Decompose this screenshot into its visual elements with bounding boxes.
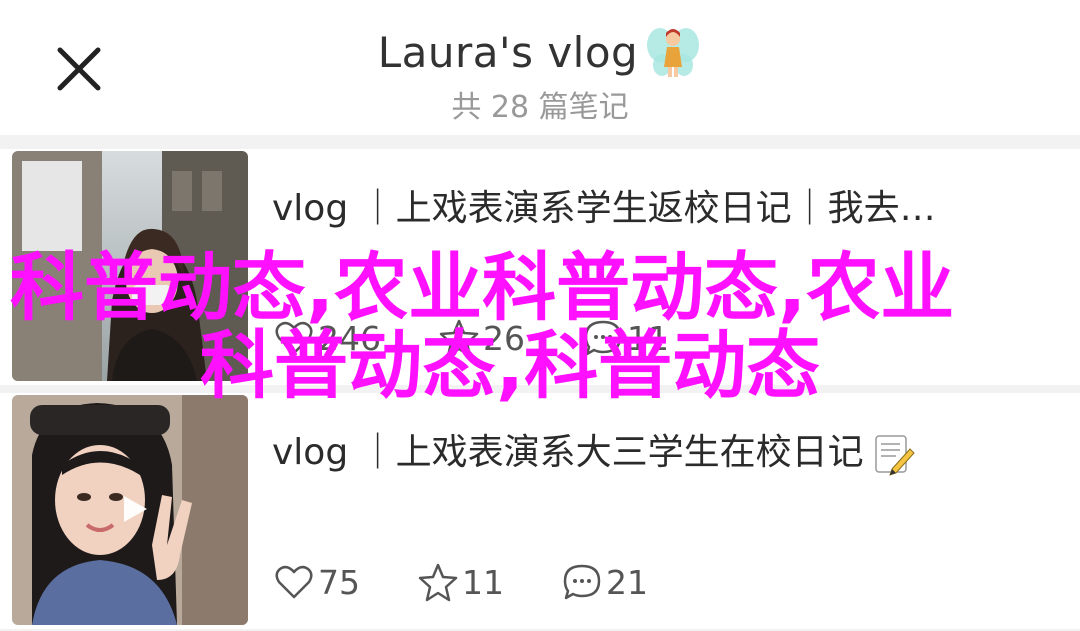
comment-count: 21: [606, 562, 648, 602]
page-title: Laura's vlog: [377, 27, 639, 77]
note-stats: 246 26 11: [272, 313, 725, 363]
street-photo: [12, 151, 248, 381]
star-icon: [418, 563, 458, 602]
like-count: 246: [318, 318, 381, 358]
note-card[interactable]: vlog ｜上戏表演系学生返校日记｜我去… 246 26 11: [0, 149, 1080, 385]
comment-bubble-icon: [563, 564, 601, 600]
note-title[interactable]: vlog ｜上戏表演系学生返校日记｜我去…: [272, 179, 1062, 231]
note-stats: 75 11 21: [272, 557, 704, 607]
note-title[interactable]: vlog ｜上戏表演系大三学生在校日记: [272, 423, 1062, 477]
note-count: 共 28 篇笔记: [451, 90, 629, 125]
fairy-emoji-icon: [647, 28, 700, 77]
note-thumbnail[interactable]: [12, 395, 248, 625]
heart-icon: [275, 321, 313, 355]
comment-count: 11: [627, 318, 669, 358]
star-stat[interactable]: 26: [437, 316, 525, 360]
like-stat[interactable]: 75: [272, 560, 360, 604]
header: Laura's vlog 共 28 篇笔记: [0, 0, 1080, 135]
note-thumbnail[interactable]: [12, 151, 248, 381]
comment-stat[interactable]: 11: [581, 316, 669, 360]
star-count: 11: [462, 562, 504, 602]
like-stat[interactable]: 246: [272, 316, 381, 360]
note-list: vlog ｜上戏表演系学生返校日记｜我去… 246 26 11 vlog ｜上戏…: [0, 135, 1080, 631]
title-row: Laura's vlog: [0, 22, 1080, 82]
star-count: 26: [483, 318, 525, 358]
like-count: 75: [318, 562, 360, 602]
star-icon: [439, 319, 479, 358]
star-stat[interactable]: 11: [416, 560, 504, 604]
comment-stat[interactable]: 21: [560, 560, 648, 604]
heart-icon: [275, 565, 313, 599]
play-icon[interactable]: [116, 491, 152, 527]
memo-emoji-icon: [874, 435, 915, 476]
note-title-text: vlog ｜上戏表演系大三学生在校日记: [272, 432, 864, 473]
comment-bubble-icon: [584, 320, 622, 356]
note-card[interactable]: vlog ｜上戏表演系大三学生在校日记 75 11 21: [0, 393, 1080, 629]
